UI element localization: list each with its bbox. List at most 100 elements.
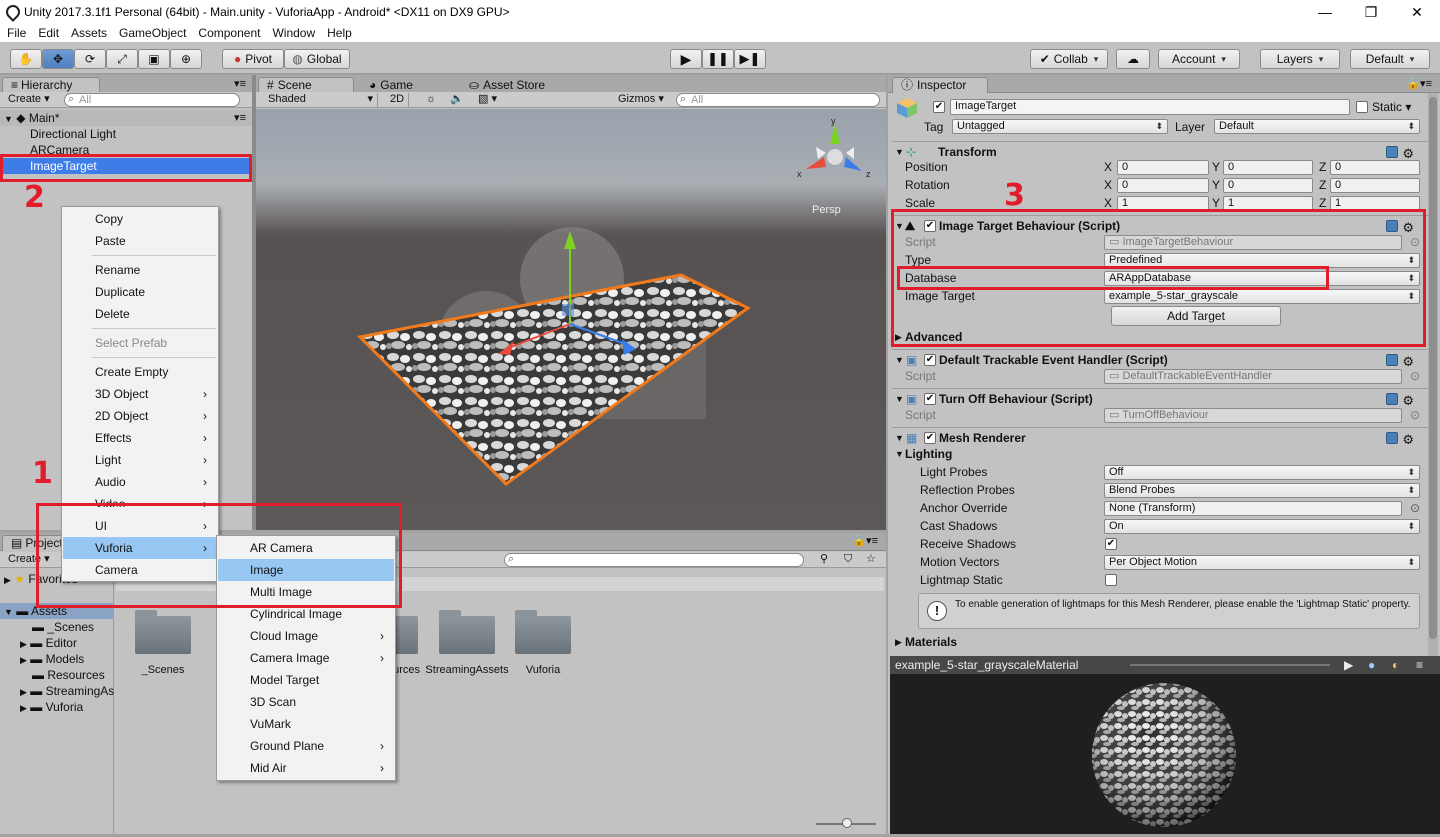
tab-game[interactable]: ◕ Game xyxy=(360,77,450,93)
close-icon[interactable]: ✕ xyxy=(1394,0,1440,24)
cloud-icon[interactable]: ☁ xyxy=(1116,49,1150,69)
menu-item-cloud-image[interactable]: Cloud Image › xyxy=(218,625,394,647)
component-enabled-checkbox[interactable]: ✔ xyxy=(924,432,936,444)
script-field[interactable]: ▭ ImageTargetBehaviour xyxy=(1104,235,1402,250)
tag-dropdown[interactable]: Untagged xyxy=(952,119,1168,134)
script-field[interactable]: ▭ DefaultTrackableEventHandler xyxy=(1104,369,1402,384)
move-tool-icon[interactable]: ✥ xyxy=(42,49,74,69)
object-picker-icon[interactable]: ⊙ xyxy=(1410,367,1420,385)
menu-item-audio[interactable]: Audio › xyxy=(63,471,217,493)
turn-off-header[interactable]: ▼ ▣ ✔ Turn Off Behaviour (Script) ⚙ xyxy=(892,388,1428,408)
play-icon[interactable]: ▶ xyxy=(670,49,702,69)
help-book-icon[interactable] xyxy=(1386,354,1398,366)
rotate-tool-icon[interactable]: ⟳ xyxy=(74,49,106,69)
project-create-button[interactable]: Create ▾ xyxy=(4,553,54,567)
filter-type-icon[interactable]: ⚲ xyxy=(816,553,832,567)
menu-item-rename[interactable]: Rename xyxy=(63,259,217,281)
menu-item-2d-object[interactable]: 2D Object › xyxy=(63,405,217,427)
preview-header[interactable]: example_5-star_grayscaleMaterial ▶ ● ◐ ≡ xyxy=(890,656,1440,674)
scene-root-row[interactable]: ▼ ◆ Main* ▾≡ xyxy=(0,110,252,126)
tab-scene[interactable]: # Scene xyxy=(258,77,354,93)
image-target-dropdown[interactable]: example_5-star_grayscale xyxy=(1104,289,1420,304)
panel-menu-icon[interactable]: ▾≡ xyxy=(234,77,246,90)
hierarchy-search-input[interactable]: All xyxy=(64,93,240,107)
collab-button[interactable]: ✔ Collab xyxy=(1030,49,1108,69)
anchor-override-field[interactable]: None (Transform) xyxy=(1104,501,1402,516)
position-x-field[interactable]: 0 xyxy=(1117,160,1209,175)
position-z-field[interactable]: 0 xyxy=(1330,160,1420,175)
fold-arrow-icon[interactable]: ▼ xyxy=(895,445,904,463)
type-dropdown[interactable]: Predefined xyxy=(1104,253,1420,268)
menu-item-vuforia[interactable]: Vuforia › xyxy=(63,537,217,559)
rect-tool-icon[interactable]: ▣ xyxy=(138,49,170,69)
menu-item-3d-object[interactable]: 3D Object › xyxy=(63,383,217,405)
menu-file[interactable]: File xyxy=(7,26,26,40)
menu-assets[interactable]: Assets xyxy=(71,26,107,40)
add-target-button[interactable]: Add Target xyxy=(1111,306,1281,326)
menu-item-ar-camera[interactable]: AR Camera xyxy=(218,537,394,559)
database-dropdown[interactable]: ARAppDatabase xyxy=(1104,271,1420,286)
menu-item-3d-scan[interactable]: 3D Scan xyxy=(218,691,394,713)
hand-tool-icon[interactable]: ✋ xyxy=(10,49,42,69)
tree-item[interactable]: ▶ ▬ Vuforia xyxy=(0,699,114,715)
2d-toggle[interactable]: 2D xyxy=(386,93,410,107)
gizmos-dropdown[interactable]: Gizmos ▾ xyxy=(614,93,668,107)
scale-z-field[interactable]: 1 xyxy=(1330,196,1420,211)
preview-play-icon[interactable]: ▶ xyxy=(1344,656,1353,674)
lighting-toggle-icon[interactable]: ☼ xyxy=(422,93,440,107)
menu-item-create-empty[interactable]: Create Empty xyxy=(63,361,217,383)
help-book-icon[interactable] xyxy=(1386,220,1398,232)
layers-dropdown[interactable]: Layers xyxy=(1260,49,1340,69)
lighting-foldout[interactable]: ▼ Lighting xyxy=(892,445,1428,463)
material-preview[interactable] xyxy=(890,674,1440,834)
audio-toggle-icon[interactable]: 🔈 xyxy=(446,93,468,107)
minimize-icon[interactable]: — xyxy=(1302,0,1348,24)
menu-component[interactable]: Component xyxy=(198,26,260,40)
preview-drag-handle[interactable] xyxy=(1130,664,1330,666)
receive-shadows-checkbox[interactable]: ✔ xyxy=(1105,538,1117,550)
folder-icon[interactable] xyxy=(437,608,497,654)
materials-foldout[interactable]: ▶ Materials xyxy=(892,633,1428,651)
component-enabled-checkbox[interactable]: ✔ xyxy=(924,393,936,405)
light-probes-dropdown[interactable]: Off xyxy=(1104,465,1420,480)
tab-inspector[interactable]: ⓘ Inspector xyxy=(892,77,988,93)
static-checkbox[interactable] xyxy=(1356,101,1368,113)
rotation-y-field[interactable]: 0 xyxy=(1223,178,1313,193)
list-item[interactable]: Directional Light xyxy=(0,126,252,142)
lightmap-static-checkbox[interactable] xyxy=(1105,574,1117,586)
account-dropdown[interactable]: Account xyxy=(1158,49,1240,69)
help-book-icon[interactable] xyxy=(1386,146,1398,158)
menu-gameobject[interactable]: GameObject xyxy=(119,26,186,40)
preview-light-icon[interactable]: ◐ xyxy=(1392,656,1399,674)
menu-item-cylindrical-image[interactable]: Cylindrical Image xyxy=(218,603,394,625)
motion-vectors-dropdown[interactable]: Per Object Motion xyxy=(1104,555,1420,570)
tab-asset-store[interactable]: ⛀ Asset Store xyxy=(460,77,570,93)
persp-label[interactable]: Persp xyxy=(812,204,841,216)
expand-arrow-icon[interactable]: ▼ xyxy=(4,114,13,124)
menu-item-multi-image[interactable]: Multi Image xyxy=(218,581,394,603)
fold-arrow-icon[interactable]: ▶ xyxy=(895,633,902,651)
menu-item-model-target[interactable]: Model Target xyxy=(218,669,394,691)
transform-tool-icon[interactable]: ⊕ xyxy=(170,49,202,69)
menu-window[interactable]: Window xyxy=(272,26,315,40)
default-handler-header[interactable]: ▼ ▣ ✔ Default Trackable Event Handler (S… xyxy=(892,349,1428,369)
menu-item-light[interactable]: Light › xyxy=(63,449,217,471)
object-name-field[interactable]: ImageTarget xyxy=(950,99,1350,115)
project-panel-menu-icon[interactable]: 🔒▾≡ xyxy=(852,534,878,547)
menu-item-delete[interactable]: Delete xyxy=(63,303,217,325)
favorite-icon[interactable]: ☆ xyxy=(862,553,880,567)
scale-y-field[interactable]: 1 xyxy=(1223,196,1313,211)
layer-dropdown[interactable]: Default xyxy=(1214,119,1420,134)
orientation-gizmo-icon[interactable]: y x z xyxy=(797,116,871,179)
menu-edit[interactable]: Edit xyxy=(38,26,59,40)
maximize-icon[interactable]: ❐ xyxy=(1348,0,1394,24)
folder-icon[interactable] xyxy=(133,608,193,654)
menu-item-duplicate[interactable]: Duplicate xyxy=(63,281,217,303)
menu-item-paste[interactable]: Paste xyxy=(63,230,217,252)
menu-item-image[interactable]: Image xyxy=(218,559,394,581)
filter-label-icon[interactable]: ⛉ xyxy=(840,553,856,567)
layout-dropdown[interactable]: Default xyxy=(1350,49,1430,69)
menu-item-mid-air[interactable]: Mid Air › xyxy=(218,757,394,779)
fold-arrow-icon[interactable]: ▶ xyxy=(895,328,902,346)
advanced-foldout[interactable]: ▶ Advanced xyxy=(892,328,1428,346)
